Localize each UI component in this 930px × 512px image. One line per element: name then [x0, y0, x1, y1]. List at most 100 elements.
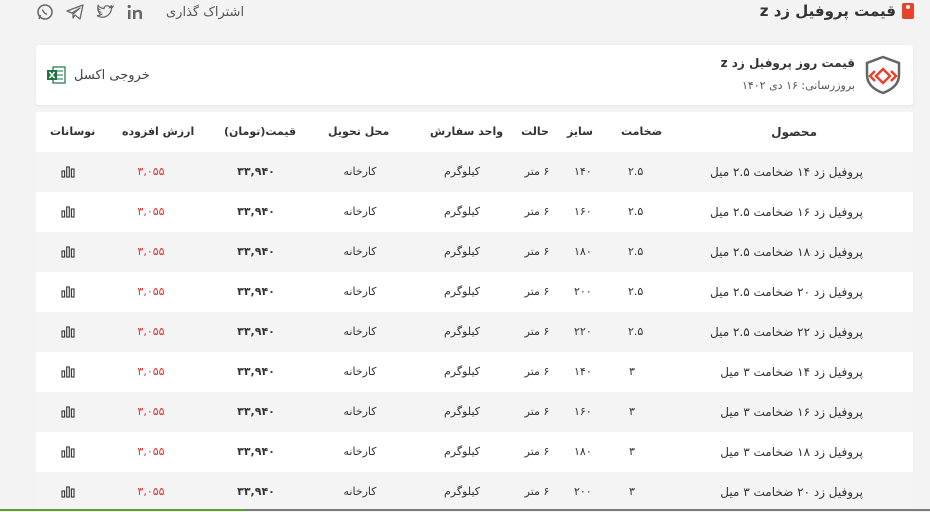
product-cell[interactable]: پروفیل زد ۱۸ ضخامت ۳ میل [720, 432, 863, 472]
price-cell: ۳۳,۹۴۰ [237, 365, 275, 378]
product-cell[interactable]: پروفیل زد ۱۶ ضخامت ۲.۵ میل [710, 192, 863, 232]
location-cell: کارخانه [343, 165, 377, 178]
vat-cell: ۳,۰۵۵ [137, 285, 165, 298]
unit-cell: کیلوگرم [444, 205, 480, 218]
location-cell: کارخانه [343, 245, 377, 258]
table-row: پروفیل زد ۲۰ ضخامت ۲.۵ میل ۲.۵ ۲۰۰ ۶ متر کیل… [36, 272, 913, 312]
vat-cell: ۳,۰۵۵ [137, 445, 165, 458]
price-cell: ۳۳,۹۴۰ [237, 245, 275, 258]
price-table: محصول ضخامت سایز حالت واحد سفارش محل تحو… [36, 112, 913, 512]
table-body: پروفیل زد ۱۴ ضخامت ۲.۵ میل ۲.۵ ۱۴۰ ۶ متر کیل… [36, 152, 913, 512]
bar-chart-icon[interactable] [58, 272, 78, 312]
unit-cell: کیلوگرم [444, 365, 480, 378]
table-row: پروفیل زد ۲۲ ضخامت ۲.۵ میل ۲.۵ ۲۲۰ ۶ متر کیل… [36, 312, 913, 352]
location-cell: کارخانه [343, 365, 377, 378]
header-product[interactable]: محصول [771, 112, 817, 152]
state-cell: ۶ متر [524, 245, 550, 258]
table-row: پروفیل زد ۱۴ ضخامت ۳ میل ۳ ۱۴۰ ۶ متر کیلوگرم… [36, 352, 913, 392]
page-title: قیمت پروفیل زد z [760, 2, 914, 20]
price-cell: ۳۳,۹۴۰ [237, 485, 275, 498]
unit-cell: کیلوگرم [444, 285, 480, 298]
header-location[interactable]: محل تحویل [328, 112, 389, 152]
product-cell[interactable]: پروفیل زد ۲۰ ضخامت ۲.۵ میل [710, 272, 863, 312]
brand-shield-logo [863, 55, 903, 95]
header-vat[interactable]: ارزش افزوده [122, 112, 194, 152]
product-cell[interactable]: پروفیل زد ۱۴ ضخامت ۲.۵ میل [710, 152, 863, 192]
bar-chart-icon[interactable] [58, 152, 78, 192]
unit-cell: کیلوگرم [444, 245, 480, 258]
vat-cell: ۳,۰۵۵ [137, 405, 165, 418]
size-cell: ۱۴۰ [574, 365, 592, 378]
table-header: محصول ضخامت سایز حالت واحد سفارش محل تحو… [36, 112, 913, 152]
tag-icon [902, 3, 914, 19]
price-cell: ۳۳,۹۴۰ [237, 325, 275, 338]
telegram-icon[interactable] [66, 3, 84, 21]
unit-cell: کیلوگرم [444, 165, 480, 178]
header-thickness[interactable]: ضخامت [621, 112, 662, 152]
unit-cell: کیلوگرم [444, 445, 480, 458]
share-bar: اشتراک گذاری [36, 3, 244, 21]
table-row: پروفیل زد ۱۶ ضخامت ۲.۵ میل ۲.۵ ۱۶۰ ۶ متر کیل… [36, 192, 913, 232]
header-unit[interactable]: واحد سفارش [430, 112, 503, 152]
bar-chart-icon[interactable] [58, 312, 78, 352]
location-cell: کارخانه [343, 285, 377, 298]
thickness-cell: ۳ [629, 445, 635, 458]
product-cell[interactable]: پروفیل زد ۲۲ ضخامت ۲.۵ میل [710, 312, 863, 352]
size-cell: ۱۴۰ [574, 165, 592, 178]
vat-cell: ۳,۰۵۵ [137, 205, 165, 218]
bar-chart-icon[interactable] [58, 352, 78, 392]
bar-chart-icon[interactable] [58, 392, 78, 432]
location-cell: کارخانه [343, 405, 377, 418]
bar-chart-icon[interactable] [58, 232, 78, 272]
state-cell: ۶ متر [524, 445, 550, 458]
location-cell: کارخانه [343, 325, 377, 338]
share-label: اشتراک گذاری [166, 4, 245, 20]
product-cell[interactable]: پروفیل زد ۱۴ ضخامت ۳ میل [720, 352, 863, 392]
location-cell: کارخانه [343, 205, 377, 218]
table-row: پروفیل زد ۲۰ ضخامت ۳ میل ۳ ۲۰۰ ۶ متر کیلوگرم… [36, 472, 913, 512]
location-cell: کارخانه [343, 485, 377, 498]
vat-cell: ۳,۰۵۵ [137, 165, 165, 178]
size-cell: ۱۶۰ [574, 405, 592, 418]
excel-export-button[interactable]: خروجی اکسل [46, 65, 150, 85]
header-fluctuation[interactable]: نوسانات [50, 112, 95, 152]
size-cell: ۱۶۰ [574, 205, 592, 218]
price-cell: ۳۳,۹۴۰ [237, 165, 275, 178]
state-cell: ۶ متر [524, 485, 550, 498]
excel-export-label: خروجی اکسل [74, 67, 150, 83]
table-row: پروفیل زد ۱۸ ضخامت ۲.۵ میل ۲.۵ ۱۸۰ ۶ متر کیل… [36, 232, 913, 272]
price-cell: ۳۳,۹۴۰ [237, 205, 275, 218]
product-cell[interactable]: پروفیل زد ۱۶ ضخامت ۳ میل [720, 392, 863, 432]
thickness-cell: ۲.۵ [628, 285, 644, 298]
bar-chart-icon[interactable] [58, 472, 78, 512]
location-cell: کارخانه [343, 445, 377, 458]
product-cell[interactable]: پروفیل زد ۱۸ ضخامت ۲.۵ میل [710, 232, 863, 272]
update-date: بروزرسانی: ۱۶ دی ۱۴۰۲ [741, 79, 855, 92]
bar-chart-icon[interactable] [58, 432, 78, 472]
linkedin-icon[interactable] [126, 3, 144, 21]
table-row: پروفیل زد ۱۶ ضخامت ۳ میل ۳ ۱۶۰ ۶ متر کیلوگرم… [36, 392, 913, 432]
card-title: قیمت روز پروفیل زد z [720, 56, 855, 70]
vat-cell: ۳,۰۵۵ [137, 485, 165, 498]
whatsapp-icon[interactable] [36, 3, 54, 21]
state-cell: ۶ متر [524, 365, 550, 378]
state-cell: ۶ متر [524, 285, 550, 298]
page-title-text: قیمت پروفیل زد z [759, 2, 896, 20]
size-cell: ۱۸۰ [574, 245, 592, 258]
thickness-cell: ۲.۵ [628, 245, 644, 258]
unit-cell: کیلوگرم [444, 405, 480, 418]
bar-chart-icon[interactable] [58, 192, 78, 232]
header-size[interactable]: سایز [566, 112, 594, 152]
unit-cell: کیلوگرم [444, 325, 480, 338]
price-cell: ۳۳,۹۴۰ [237, 285, 275, 298]
header-state[interactable]: حالت [520, 112, 550, 152]
vat-cell: ۳,۰۵۵ [137, 365, 165, 378]
twitter-icon[interactable] [96, 3, 114, 21]
price-cell: ۳۳,۹۴۰ [237, 445, 275, 458]
product-cell[interactable]: پروفیل زد ۲۰ ضخامت ۳ میل [720, 472, 863, 512]
table-row: پروفیل زد ۱۴ ضخامت ۲.۵ میل ۲.۵ ۱۴۰ ۶ متر کیل… [36, 152, 913, 192]
header-price[interactable]: قیمت(تومان) [224, 112, 296, 152]
thickness-cell: ۳ [629, 365, 635, 378]
unit-cell: کیلوگرم [444, 485, 480, 498]
top-bar: قیمت پروفیل زد z اشتراک گذاری [0, 0, 930, 30]
